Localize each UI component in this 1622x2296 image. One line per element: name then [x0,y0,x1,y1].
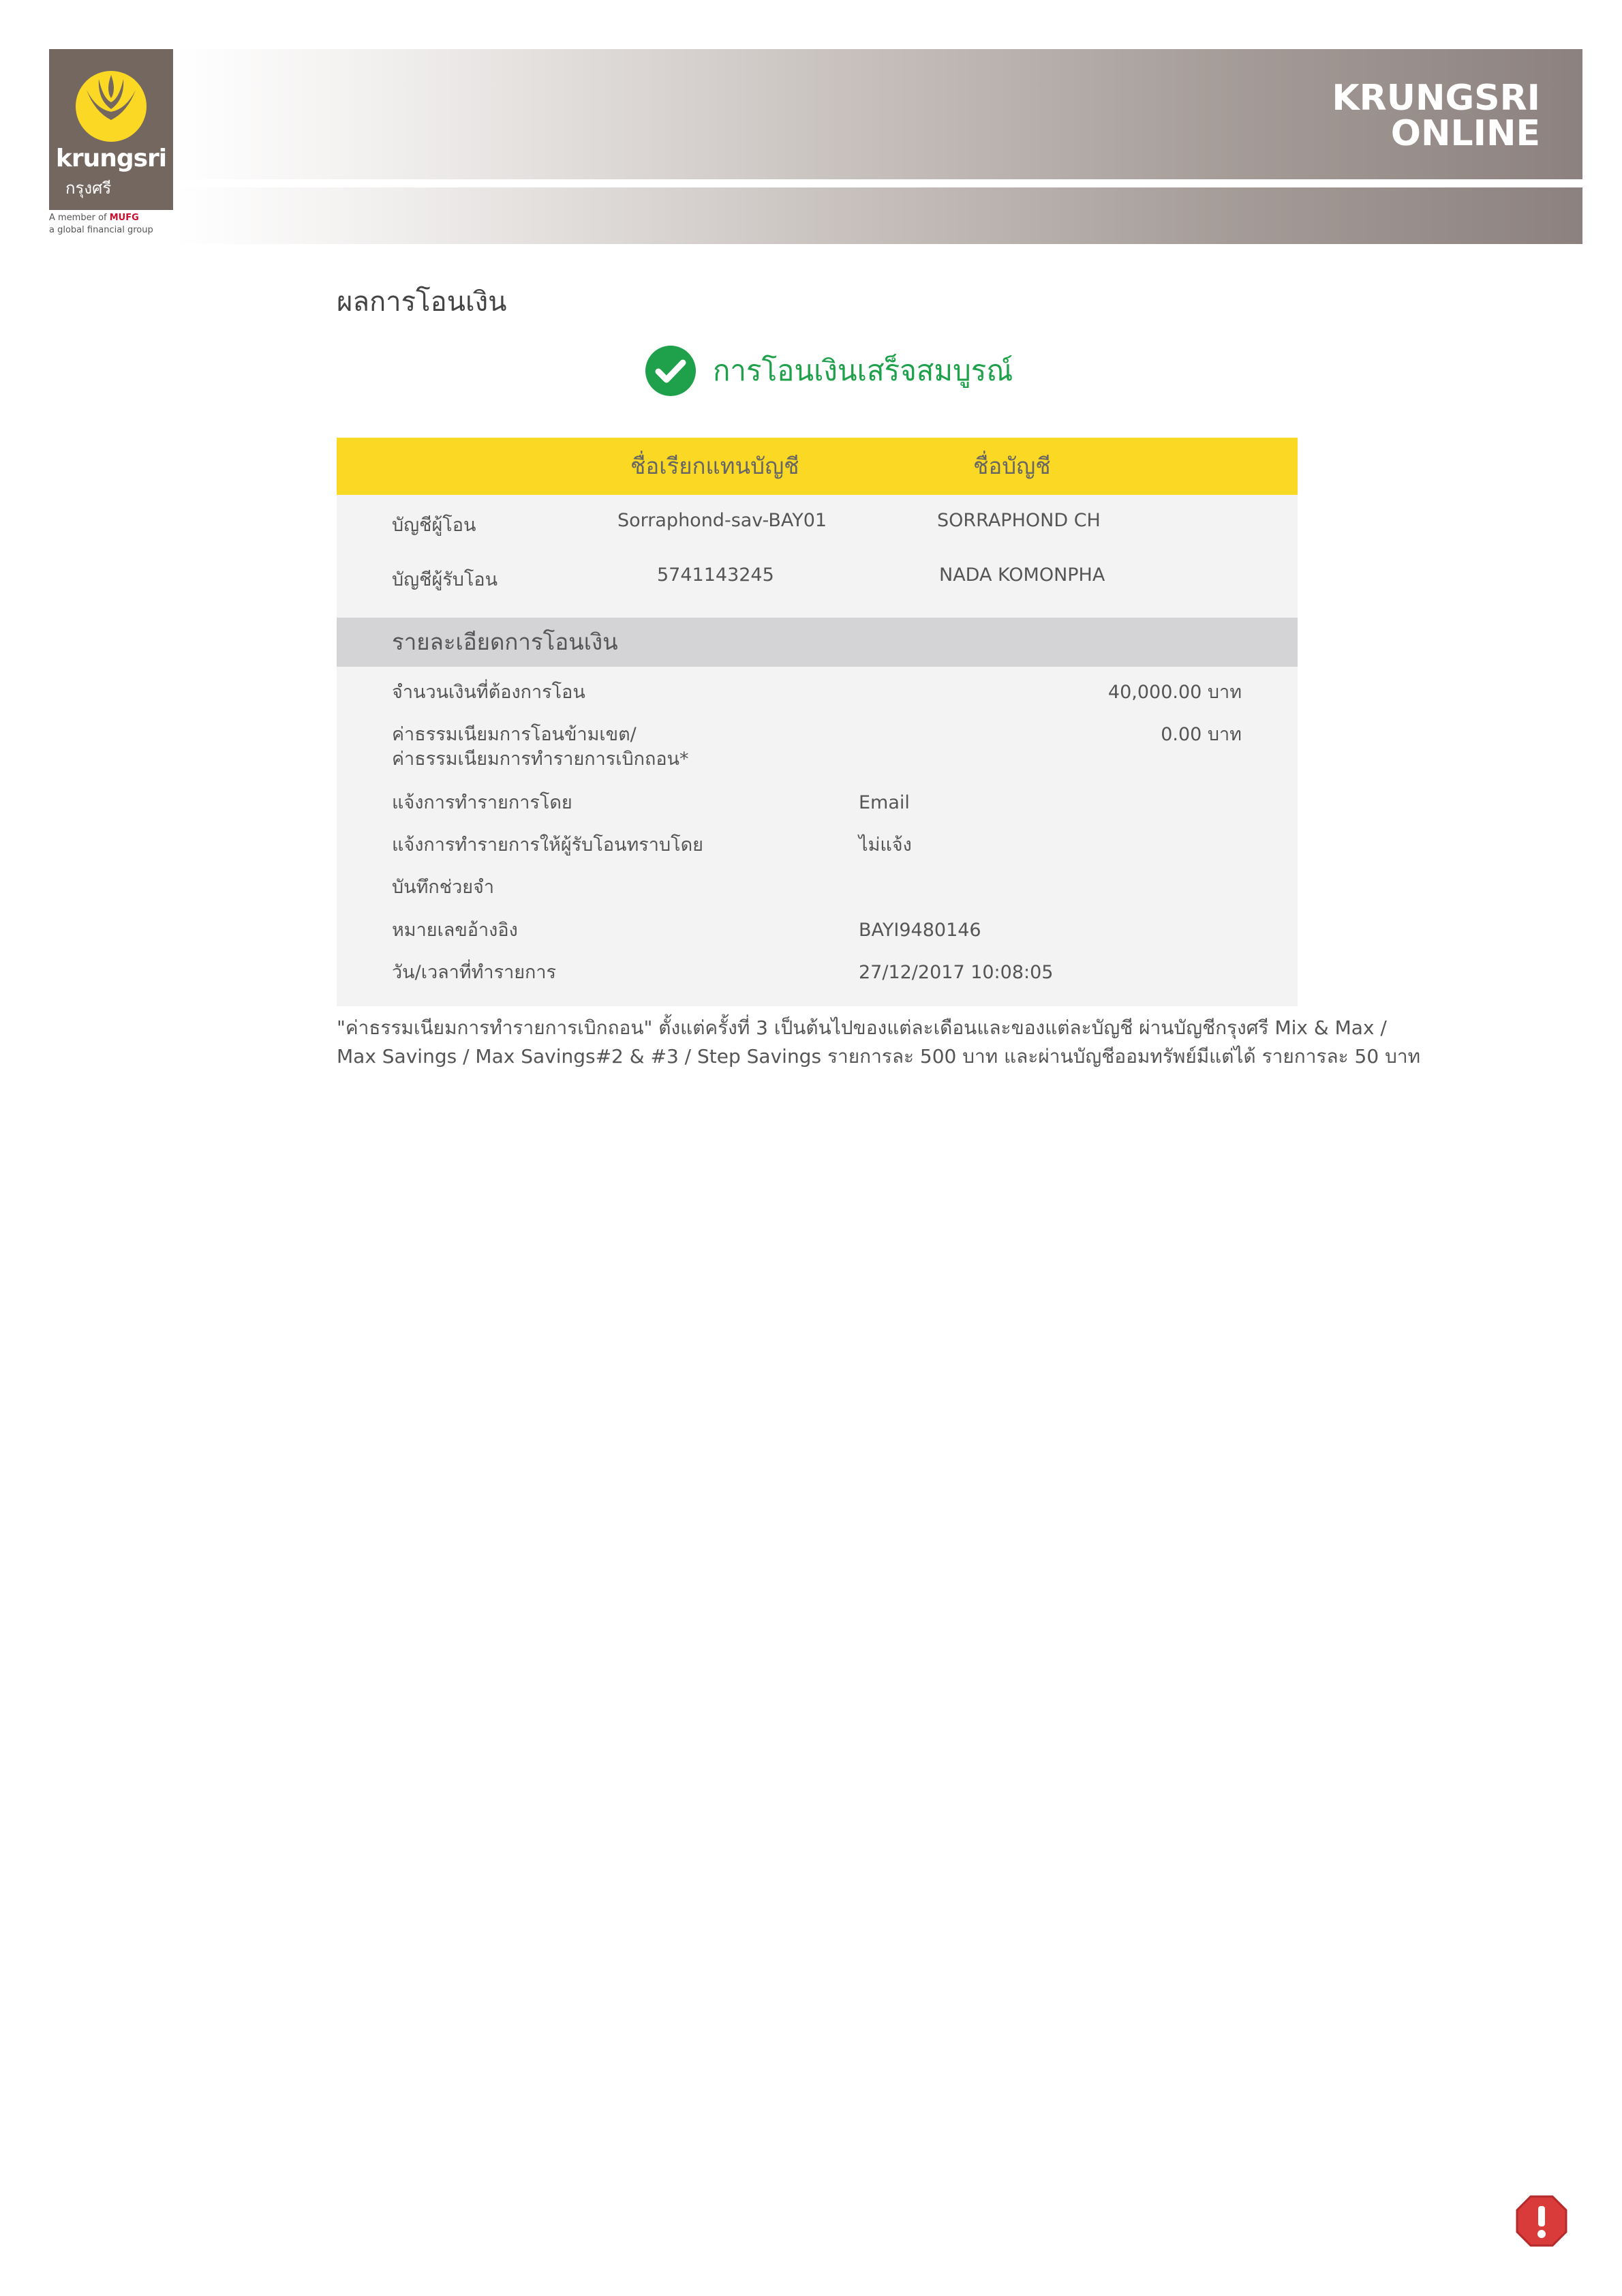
logo-wordmark-en: krungsri [55,145,167,172]
footnote-line-1: "ค่าธรรมเนียมการทำรายการเบิกถอน" ตั้งแต่… [337,1016,1387,1039]
notify-recipient-label: แจ้งการทำรายการให้ผู้รับโอนทราบโดย [392,834,703,856]
footnote-line-2: Max Savings / Max Savings#2 & #3 / Step … [337,1045,1421,1068]
krungsri-online-brand: KRUNGSRI ONLINE [1332,80,1540,151]
mufg-brand: MUFG [109,213,139,223]
table-row: บัญชีผู้รับโอน 5741143245 NADA KOMONPHA [337,564,1298,592]
logo-wordmark-th: กรุงศรี [65,179,112,198]
column-header-account-name: ชื่อบัญชี [973,453,1051,479]
notify-value: Email [859,792,910,813]
member-prefix: A member of [49,213,107,223]
column-header-nickname: ชื่อเรียกแทนบัญชี [630,453,799,479]
reference-value: BAYI9480146 [859,920,981,941]
amount-value: 40,000.00 บาท [1107,682,1242,703]
krungsri-logo-icon [76,71,147,142]
banner-divider [176,179,1582,187]
fee-value: 0.00 บาท [1161,724,1242,745]
transfer-result-card: ชื่อเรียกแทนบัญชี ชื่อบัญชี บัญชีผู้โอน … [337,438,1298,1006]
details-section-header: รายละเอียดการโอนเงิน [337,618,1298,667]
success-status: การโอนเงินเสร็จสมบูรณ์ [645,345,1013,397]
page-title: ผลการโอนเงิน [337,287,507,317]
sender-account-label: บัญชีผู้โอน [392,515,476,536]
datetime-value: 27/12/2017 10:08:05 [859,962,1054,983]
accounts-table-header: ชื่อเรียกแทนบัญชี ชื่อบัญชี [337,438,1298,495]
mufg-tagline: a global financial group [49,225,153,235]
transfer-details: จำนวนเงินที่ต้องการโอน 40,000.00 บาท ค่า… [337,667,1298,1006]
details-section-title: รายละเอียดการโอนเงิน [392,629,618,654]
recipient-account-name: NADA KOMONPHA [939,564,1105,586]
fee-label-line-2: ค่าธรรมเนียมการทำรายการเบิกถอน* [392,749,689,770]
accounts-table-body: บัญชีผู้โอน Sorraphond-sav-BAY01 SORRAPH… [337,495,1298,618]
amount-label: จำนวนเงินที่ต้องการโอน [392,682,585,703]
header-banner: krungsri กรุงศรี A member of MUFG a glob… [49,49,1582,244]
fee-footnote: "ค่าธรรมเนียมการทำรายการเบิกถอน" ตั้งแต่… [337,1014,1421,1071]
memo-label: บันทึกช่วยจำ [392,877,495,898]
notify-label: แจ้งการทำรายการโดย [392,792,572,813]
fee-label-line-1: ค่าธรรมเนียมการโอนข้ามเขต/ [392,724,637,745]
success-message: การโอนเงินเสร็จสมบูรณ์ [713,354,1013,387]
recipient-account-number: 5741143245 [657,564,774,586]
reference-label: หมายเลขอ้างอิง [392,920,518,941]
banner-gradient-bottom [176,187,1582,244]
notify-recipient-value: ไม่แจ้ง [859,834,912,856]
sender-account-name: SORRAPHOND CH [937,510,1101,531]
mufg-member-line: A member of MUFG [49,213,139,223]
recipient-account-label: บัญชีผู้รับโอน [392,569,498,590]
krungsri-logo: krungsri กรุงศรี [49,49,173,210]
table-row: บัญชีผู้โอน Sorraphond-sav-BAY01 SORRAPH… [337,510,1298,537]
datetime-label: วัน/เวลาที่ทำรายการ [392,962,557,983]
sender-account-nickname: Sorraphond-sav-BAY01 [617,510,827,531]
alert-button[interactable] [1514,2194,1569,2248]
brand-line-2: ONLINE [1390,113,1540,154]
check-circle-icon [645,346,696,396]
exclamation-octagon-icon [1516,2195,1567,2247]
brand-line-1: KRUNGSRI [1332,78,1540,119]
